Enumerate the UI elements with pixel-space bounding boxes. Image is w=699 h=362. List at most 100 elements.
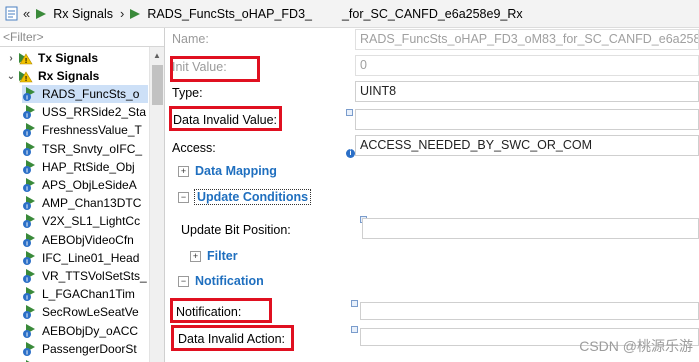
tree-item-label: TSR_Snvty_oIFC_ [42, 141, 143, 156]
signal-info-icon: i [22, 304, 38, 320]
signal-icon [127, 6, 143, 22]
tree-item-signal[interactable]: i SecRowLeSeatVe [22, 303, 148, 321]
svg-text:i: i [26, 331, 28, 338]
expand-box-icon[interactable]: + [178, 165, 189, 177]
signal-info-icon: i [22, 86, 38, 102]
svg-text:!: ! [25, 58, 27, 65]
tree-item-label: AEBObjDy_oACC [42, 323, 139, 338]
svg-text:i: i [26, 222, 28, 229]
type-field[interactable]: UINT8 [355, 81, 699, 102]
properties-panel: Name: RADS_FuncSts_oHAP_FD3_oM83_for_SC_… [166, 28, 699, 362]
data-invalid-value-field[interactable] [355, 109, 699, 130]
svg-text:i: i [26, 95, 28, 102]
svg-text:i: i [26, 277, 28, 284]
svg-text:i: i [26, 149, 28, 156]
update-conditions-title: Update Conditions [193, 189, 312, 205]
tree-item-signal[interactable]: i AMP_Chan13DTC [22, 194, 148, 212]
signal-info-icon: i [22, 177, 38, 193]
breadcrumb-signal-suffix: _for_SC_CANFD_e6a258e9_Rx [341, 6, 523, 21]
init-value-field[interactable]: 0 [355, 55, 699, 76]
tree-item-signal[interactable]: i PassengerDoorSt [22, 340, 148, 358]
breadcrumb: « Rx Signals › RADS_FuncSts_oHAP_FD3_ _fo… [0, 0, 699, 28]
signal-info-icon: i [22, 268, 38, 284]
tree-item-label: L_FGAChan1Tim [42, 287, 135, 302]
tree-item-signal[interactable]: i FreshnessValue_T [22, 121, 148, 139]
section-notification[interactable]: − Notification [178, 274, 264, 288]
breadcrumb-signal[interactable]: RADS_FuncSts_oHAP_FD3_ _for_SC_CANFD_e6a2… [147, 7, 522, 21]
notification-field[interactable] [360, 302, 699, 320]
highlight-init-value [170, 56, 260, 82]
tree-item-signal[interactable]: iDoorOpBib [22, 358, 148, 362]
signal-info-icon: i [22, 323, 38, 339]
signal-info-icon: i [22, 122, 38, 138]
tree-item-signal[interactable]: i L_FGAChan1Tim [22, 285, 148, 303]
notification-title: Notification [195, 274, 264, 288]
filter-title: Filter [207, 249, 238, 263]
tree-item-signal[interactable]: i APS_ObjLeSideA [22, 176, 148, 194]
collapse-box-icon[interactable]: − [178, 275, 189, 287]
signal-info-icon: i [22, 213, 38, 229]
collapse-box-icon[interactable]: − [178, 191, 189, 203]
svg-text:!: ! [25, 76, 27, 83]
tree-item-label: PassengerDoorSt [42, 341, 137, 356]
attribute-marker-icon [351, 326, 358, 333]
svg-text:i: i [26, 204, 28, 211]
breadcrumb-signal-prefix: RADS_FuncSts_oHAP_FD3_ [147, 6, 312, 21]
section-filter[interactable]: + Filter [190, 249, 238, 263]
tree-item-label: VR_TTSVolSetSts_ [42, 269, 147, 283]
highlight-notification [170, 298, 272, 323]
expand-box-icon[interactable]: + [190, 250, 201, 262]
tree-item-signal[interactable]: i VR_TTSVolSetSts_ [22, 267, 148, 285]
scroll-up-icon[interactable]: ▲ [153, 51, 161, 60]
svg-text:i: i [26, 313, 28, 320]
section-update-conditions[interactable]: − Update Conditions [178, 189, 312, 205]
svg-text:i: i [26, 167, 28, 174]
tree-item-signal[interactable]: i RADS_FuncSts_o [22, 85, 148, 103]
svg-text:i: i [26, 131, 28, 138]
tree-node-tx-signals[interactable]: › ! Tx Signals [4, 49, 98, 67]
signal-info-icon: i [22, 232, 38, 248]
tree-item-label: USS_RRSide2_Sta [42, 105, 147, 120]
tree-item-label: AMP_Chan13DTC [42, 196, 142, 211]
collapse-icon[interactable]: ⌄ [4, 71, 18, 82]
tx-signals-icon: ! [18, 50, 34, 66]
breadcrumb-rx-signals[interactable]: Rx Signals [53, 7, 113, 21]
svg-text:i: i [26, 113, 28, 120]
name-field[interactable]: RADS_FuncSts_oHAP_FD3_oM83_for_SC_CANFD_… [355, 29, 699, 50]
signal-info-icon: i [22, 286, 38, 302]
document-icon[interactable] [4, 6, 20, 22]
tree-item-signal[interactable]: i TSR_Snvty_oIFC_ [22, 140, 148, 158]
tree-item-signal[interactable]: i AEBObjDy_oACC [22, 322, 148, 340]
svg-text:i: i [26, 186, 28, 193]
signal-info-icon: i [22, 341, 38, 357]
expand-icon[interactable]: › [4, 53, 18, 64]
signal-group-icon [33, 6, 49, 22]
attribute-marker-icon [351, 300, 358, 307]
rx-signals-icon: ! [18, 68, 34, 84]
section-data-mapping[interactable]: + Data Mapping [178, 164, 277, 178]
chevron-right-icon: › [119, 6, 125, 21]
access-label: Access: [172, 141, 216, 155]
tree-item-signal[interactable]: i USS_RRSide2_Sta [22, 103, 148, 121]
svg-text:i: i [26, 258, 28, 265]
tree-item-label: HAP_RtSide_Obj [42, 159, 135, 174]
tree-scrollbar[interactable]: ▲ [149, 47, 164, 362]
scroll-thumb[interactable] [152, 65, 163, 105]
double-chevron-left-icon[interactable]: « [23, 6, 30, 21]
tree-item-signal[interactable]: i AEBObjVideoCfn [22, 231, 148, 249]
data-mapping-title: Data Mapping [195, 164, 277, 178]
update-bit-position-field[interactable] [362, 218, 699, 239]
tree-item-label: RADS_FuncSts_o [42, 87, 140, 101]
tree-item-label: SecRowLeSeatVe [42, 305, 139, 320]
watermark: CSDN @桃源乐游 [579, 338, 693, 354]
tree-item-label: IFC_Line01_Head [42, 250, 140, 265]
tree-item-signal[interactable]: i HAP_RtSide_Obj [22, 158, 148, 176]
tree-node-rx-signals[interactable]: ⌄ ! Rx Signals [4, 67, 100, 85]
tree-filter-input[interactable]: <Filter> [0, 28, 164, 47]
tree-item-signal[interactable]: i IFC_Line01_Head [22, 249, 148, 267]
svg-text:i: i [26, 240, 28, 247]
access-field[interactable]: ACCESS_NEEDED_BY_SWC_OR_COM [355, 135, 699, 156]
tree-item-signal[interactable]: i V2X_SL1_LightCc [22, 212, 148, 230]
highlight-data-invalid-action [171, 325, 294, 351]
rx-signals-label: Rx Signals [38, 69, 100, 83]
